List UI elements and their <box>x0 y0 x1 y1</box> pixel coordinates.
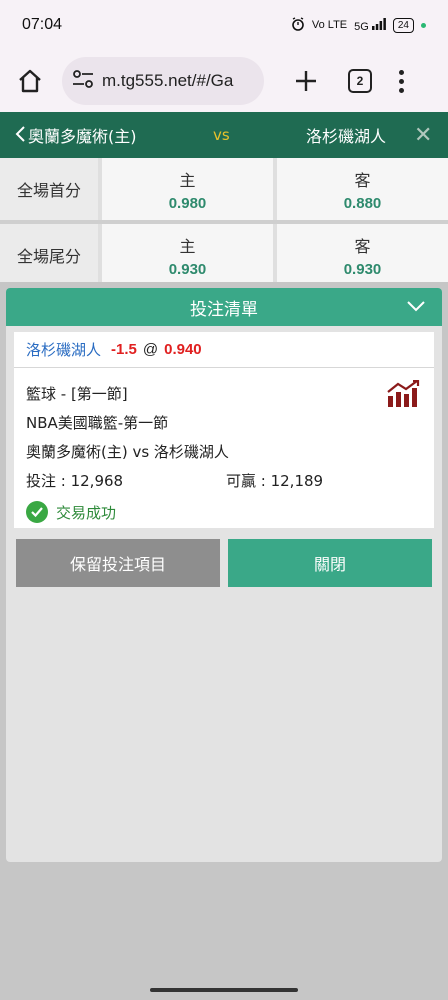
stake-amount: 投注 : 12,968 <box>26 472 124 490</box>
close-icon[interactable]: ✕ <box>414 123 432 148</box>
odds-price: 0.980 <box>168 194 207 212</box>
home-icon[interactable] <box>12 63 48 99</box>
side-label: 客 <box>354 170 371 190</box>
status-bar: 07:04 Vo LTE 5G 24 <box>0 0 448 50</box>
side-label: 主 <box>179 236 196 256</box>
odds-home-button[interactable]: 主 0.980 <box>102 158 273 220</box>
signal-label: 5G <box>354 20 369 33</box>
match-header: 奧蘭多魔術(主) vs 洛杉磯湖人 ✕ <box>0 112 448 158</box>
odds-home-button[interactable]: 主 0.930 <box>102 224 273 286</box>
status-icons: Vo LTE 5G 24 <box>291 16 426 34</box>
bet-slip-title: 投注清單 <box>190 299 258 320</box>
selection-odds: 0.940 <box>164 341 202 358</box>
selection-handicap: -1.5 <box>111 341 137 358</box>
browser-toolbar: m.tg555.net/#/Ga 2 <box>0 50 448 112</box>
side-label: 主 <box>179 170 196 190</box>
battery-indicator: 24 <box>392 17 414 33</box>
chevron-down-icon[interactable] <box>406 298 426 318</box>
network-label: Vo LTE <box>311 19 348 31</box>
vs-label: vs <box>213 126 230 144</box>
status-time: 07:04 <box>22 16 63 33</box>
status-dot-icon <box>421 22 426 28</box>
keep-selections-button[interactable]: 保留投注項目 <box>16 539 220 587</box>
bet-details: 籃球 - [第一節] NBA美國職籃-第一節 奧蘭多魔術(主) vs 洛杉磯湖人… <box>14 368 434 528</box>
bet-slip-header[interactable]: 投注清單 <box>6 288 442 326</box>
tab-count: 2 <box>356 74 364 88</box>
odds-away-button[interactable]: 客 0.930 <box>277 224 448 286</box>
odds-price: 0.880 <box>343 194 382 212</box>
signal-icon: 5G <box>354 17 386 33</box>
close-button[interactable]: 關閉 <box>228 539 432 587</box>
tab-switcher-button[interactable]: 2 <box>348 69 372 93</box>
status-text: 交易成功 <box>56 503 117 522</box>
market-label: 全場首分 <box>0 158 98 220</box>
odds-away-button[interactable]: 客 0.880 <box>277 158 448 220</box>
gesture-bar[interactable] <box>150 988 298 992</box>
url-text: m.tg555.net/#/Ga <box>102 71 234 90</box>
potential-win: 可贏 : 12,189 <box>226 472 324 490</box>
back-icon[interactable] <box>14 125 26 146</box>
odds-price: 0.930 <box>168 260 207 278</box>
address-bar[interactable]: m.tg555.net/#/Ga <box>62 57 264 105</box>
league-name: NBA美國職籃-第一節 <box>26 414 169 432</box>
sport-period: 籃球 - [第一節] <box>26 385 128 403</box>
home-team-name: 奧蘭多魔術(主) <box>28 127 137 146</box>
stats-chart-icon[interactable] <box>386 379 420 412</box>
away-team-name: 洛杉磯湖人 <box>306 127 387 146</box>
odds-row: 全場尾分 主 0.930 客 0.930 <box>0 224 448 290</box>
selection-team: 洛杉磯湖人 <box>26 341 102 359</box>
new-tab-icon[interactable] <box>292 67 320 95</box>
site-settings-icon[interactable] <box>72 70 94 92</box>
bet-slip-actions: 保留投注項目 關閉 <box>16 539 432 587</box>
more-menu-icon[interactable] <box>396 69 406 93</box>
bet-slip-panel: 投注清單 洛杉磯湖人 -1.5 @ 0.940 籃球 - [第一節] NBA美國… <box>6 288 442 862</box>
success-status: 交易成功 <box>26 496 422 528</box>
matchup: 奧蘭多魔術(主) vs 洛杉磯湖人 <box>26 443 229 461</box>
odds-row: 全場首分 主 0.980 客 0.880 <box>0 158 448 224</box>
odds-price: 0.930 <box>343 260 382 278</box>
stake-row: 投注 : 12,968 可贏 : 12,189 <box>26 467 422 496</box>
selection-at: @ <box>142 341 159 358</box>
odds-table: 全場首分 主 0.980 客 0.880 全場尾分 主 0.930 客 0.93… <box>0 158 448 290</box>
check-circle-icon <box>26 501 48 523</box>
market-label: 全場尾分 <box>0 224 98 286</box>
side-label: 客 <box>354 236 371 256</box>
alarm-icon <box>291 16 305 34</box>
bet-selection: 洛杉磯湖人 -1.5 @ 0.940 <box>14 332 434 368</box>
